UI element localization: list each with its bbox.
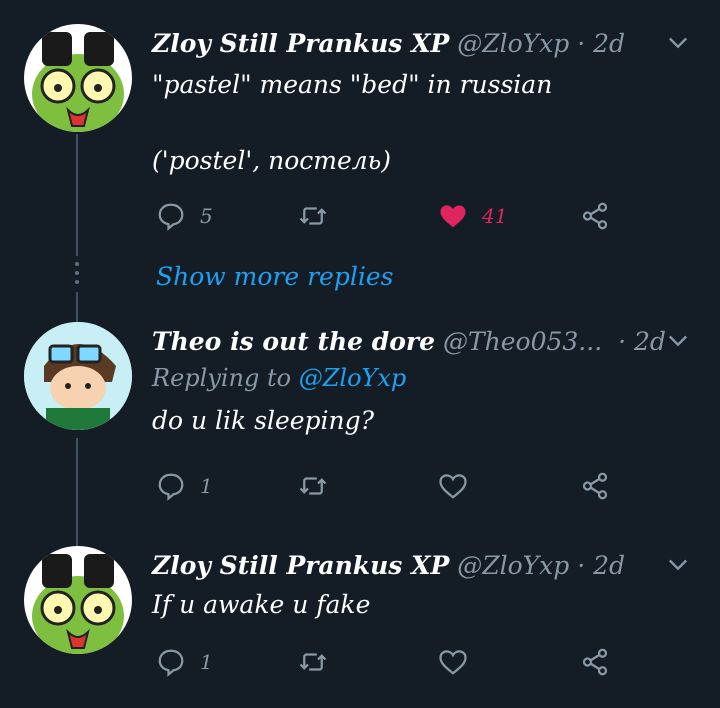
reply-icon [158, 473, 184, 501]
tweet-text: do u lik sleeping? [152, 402, 700, 440]
avatar[interactable] [24, 24, 132, 132]
reply-icon [158, 203, 184, 231]
share-button[interactable] [580, 466, 610, 506]
tweet-text: If u awake u fake [152, 586, 700, 624]
like-button[interactable] [438, 466, 468, 506]
chevron-down-icon[interactable] [664, 28, 692, 56]
reply-button[interactable]: 5 [156, 196, 213, 236]
tweet-actions: 1 [156, 642, 676, 682]
display-name[interactable]: Zloy Still Prankus XP [152, 551, 449, 580]
tweet-text-line: ('postel', постель) [152, 146, 392, 175]
reply-icon [158, 649, 184, 677]
avatar[interactable] [24, 546, 132, 654]
tweet-text-line: If u awake u fake [152, 590, 371, 619]
user-handle[interactable]: @ZloYxp [457, 29, 569, 58]
like-count: 41 [482, 204, 508, 228]
tweet-3[interactable]: Zloy Still Prankus XP @ZloYxp · 2d If u … [0, 546, 720, 696]
chevron-down-icon[interactable] [664, 550, 692, 578]
mention-link[interactable]: @ZloYxp [299, 364, 407, 392]
avatar[interactable] [24, 322, 132, 430]
timestamp[interactable]: · 2d [618, 327, 666, 356]
timestamp[interactable]: · 2d [577, 29, 625, 58]
tweet-actions: 1 [156, 466, 676, 506]
retweet-icon [299, 477, 327, 495]
tweet-text-line [152, 104, 700, 142]
thread-line-bottom [76, 292, 78, 322]
retweet-icon [299, 207, 327, 225]
tweet-header: Theo is out the dore @Theo053... · 2d [152, 324, 700, 360]
display-name[interactable]: Theo is out the dore [152, 327, 435, 356]
share-button[interactable] [580, 642, 610, 682]
user-handle[interactable]: @ZloYxp [457, 551, 569, 580]
thread-dots [74, 262, 80, 289]
share-button[interactable] [580, 196, 610, 236]
tweet-2[interactable]: Theo is out the dore @Theo053... · 2d Re… [0, 322, 720, 512]
zim-avatar-icon [24, 24, 132, 132]
tweet-actions: 5 41 [156, 196, 676, 236]
reply-button[interactable]: 1 [156, 466, 213, 506]
reply-count: 5 [200, 204, 213, 228]
reply-count: 1 [200, 650, 213, 674]
show-more-replies-link[interactable]: Show more replies [156, 262, 393, 291]
retweet-button[interactable] [298, 196, 328, 236]
timestamp[interactable]: · 2d [577, 551, 625, 580]
tweet-text: "pastel" means "bed" in russian ('postel… [152, 66, 700, 180]
replying-to: Replying to @ZloYxp [152, 360, 700, 396]
reply-count: 1 [200, 474, 213, 498]
retweet-button[interactable] [298, 642, 328, 682]
heart-filled-icon [440, 205, 466, 228]
tweet-text-line: "pastel" means "bed" in russian [152, 70, 553, 99]
user-handle[interactable]: @Theo053... [443, 327, 602, 356]
share-icon [582, 648, 608, 676]
reply-button[interactable]: 1 [156, 642, 213, 682]
display-name[interactable]: Zloy Still Prankus XP [152, 29, 449, 58]
share-icon [582, 202, 608, 230]
heart-icon [439, 474, 467, 499]
zim-avatar-icon [24, 546, 132, 654]
heart-icon [439, 650, 467, 675]
tweet-text-line: do u lik sleeping? [152, 406, 375, 435]
tweet-header: Zloy Still Prankus XP @ZloYxp · 2d [152, 26, 700, 62]
retweet-button[interactable] [298, 466, 328, 506]
boy-avatar-icon [24, 322, 132, 430]
chevron-down-icon[interactable] [664, 326, 692, 354]
like-button[interactable] [438, 642, 468, 682]
retweet-icon [299, 653, 327, 671]
share-icon [582, 472, 608, 500]
replying-to-label: Replying to [152, 364, 292, 392]
tweet-1[interactable]: Zloy Still Prankus XP @ZloYxp · 2d "past… [0, 24, 720, 244]
like-button[interactable]: 41 [438, 196, 507, 236]
tweet-header: Zloy Still Prankus XP @ZloYxp · 2d [152, 548, 700, 584]
